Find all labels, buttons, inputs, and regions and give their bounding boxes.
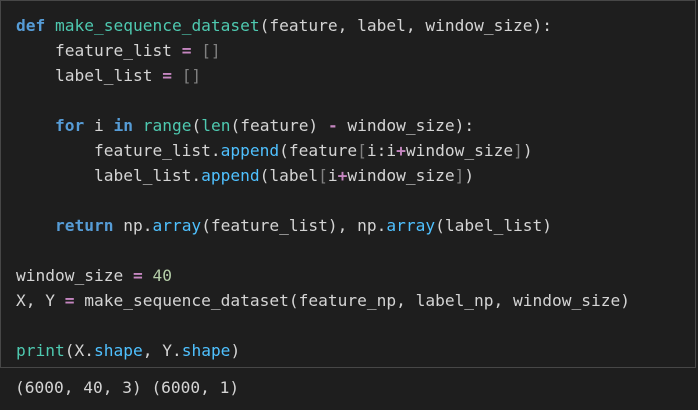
code-token: [] bbox=[201, 41, 221, 60]
code-token: i:i bbox=[366, 141, 397, 160]
code-token: ( bbox=[191, 116, 202, 135]
code-token: window_size bbox=[405, 141, 514, 160]
code-token: shape bbox=[93, 341, 143, 360]
code-token: (label_list) bbox=[435, 216, 553, 235]
code-token: = bbox=[132, 266, 143, 285]
code-line: def make_sequence_dataset(feature, label… bbox=[16, 13, 630, 38]
code-token: + bbox=[337, 166, 348, 185]
code-token: ) bbox=[522, 141, 533, 160]
code-token: (feature, label, window_size): bbox=[259, 16, 553, 35]
notebook-cell: def make_sequence_dataset(feature, label… bbox=[0, 0, 698, 410]
code-token: feature_list bbox=[16, 41, 182, 60]
code-token: X, Y bbox=[16, 291, 65, 310]
code-token: (label bbox=[259, 166, 319, 185]
code-token: ] bbox=[513, 141, 523, 160]
code-token: (X. bbox=[64, 341, 94, 360]
code-token: make_sequence_dataset(feature_np, label_… bbox=[74, 291, 630, 310]
code-token: window_size bbox=[347, 166, 455, 185]
code-token: (feature bbox=[279, 141, 358, 160]
code-token: ] bbox=[454, 166, 465, 185]
code-line: X, Y = make_sequence_dataset(feature_np,… bbox=[16, 288, 630, 313]
code-token: array bbox=[152, 216, 202, 235]
code-token: (feature) bbox=[230, 116, 328, 135]
code-token: in bbox=[113, 116, 133, 135]
code-token: print bbox=[16, 341, 65, 360]
code-token: (feature_list), np. bbox=[201, 216, 387, 235]
cell-output-area: (6000, 40, 3) (6000, 1) bbox=[0, 369, 698, 410]
code-token: np. bbox=[113, 216, 153, 235]
code-token: len bbox=[201, 116, 231, 135]
code-token: [ bbox=[318, 166, 328, 185]
code-line: label_list = [] bbox=[16, 63, 630, 88]
code-token: label_list. bbox=[16, 166, 202, 185]
code-token: = bbox=[162, 66, 172, 85]
code-token: append bbox=[220, 141, 280, 160]
code-token: array bbox=[386, 216, 436, 235]
code-token: label_list bbox=[16, 66, 163, 85]
code-token: window_size bbox=[16, 266, 133, 285]
code-token: ) bbox=[230, 341, 241, 360]
code-line: label_list.append(label[i+window_size]) bbox=[16, 163, 630, 188]
code-line: return np.array(feature_list), np.array(… bbox=[16, 213, 630, 238]
code-token: 40 bbox=[152, 266, 172, 285]
code-token: for bbox=[54, 116, 85, 135]
code-token: i bbox=[84, 116, 114, 135]
code-token: [ bbox=[357, 141, 367, 160]
code-token: append bbox=[201, 166, 260, 185]
code-token: = bbox=[181, 41, 192, 60]
code-line: window_size = 40 bbox=[16, 263, 630, 288]
code-token: make_sequence_dataset bbox=[55, 16, 260, 35]
code-cell-editor[interactable]: def make_sequence_dataset(feature, label… bbox=[0, 0, 696, 368]
code-token: return bbox=[54, 216, 114, 235]
code-token: feature_list. bbox=[16, 141, 221, 160]
code-token: - bbox=[327, 116, 338, 135]
code-token: , Y. bbox=[142, 341, 182, 360]
cell-output-text: (6000, 40, 3) (6000, 1) bbox=[15, 378, 240, 397]
code-block[interactable]: def make_sequence_dataset(feature, label… bbox=[16, 13, 630, 363]
code-token: def bbox=[16, 16, 46, 35]
code-token: ) bbox=[464, 166, 475, 185]
code-token: shape bbox=[181, 341, 231, 360]
code-token: [] bbox=[181, 66, 202, 85]
code-token: range bbox=[142, 116, 192, 135]
code-token: + bbox=[396, 141, 406, 160]
code-line: feature_list = [] bbox=[16, 38, 630, 63]
code-line: feature_list.append(feature[i:i+window_s… bbox=[16, 138, 630, 163]
code-token: i bbox=[327, 166, 338, 185]
code-line: print(X.shape, Y.shape) bbox=[16, 338, 630, 363]
code-token: window_size): bbox=[337, 116, 475, 135]
code-line: for i in range(len(feature) - window_siz… bbox=[16, 113, 630, 138]
